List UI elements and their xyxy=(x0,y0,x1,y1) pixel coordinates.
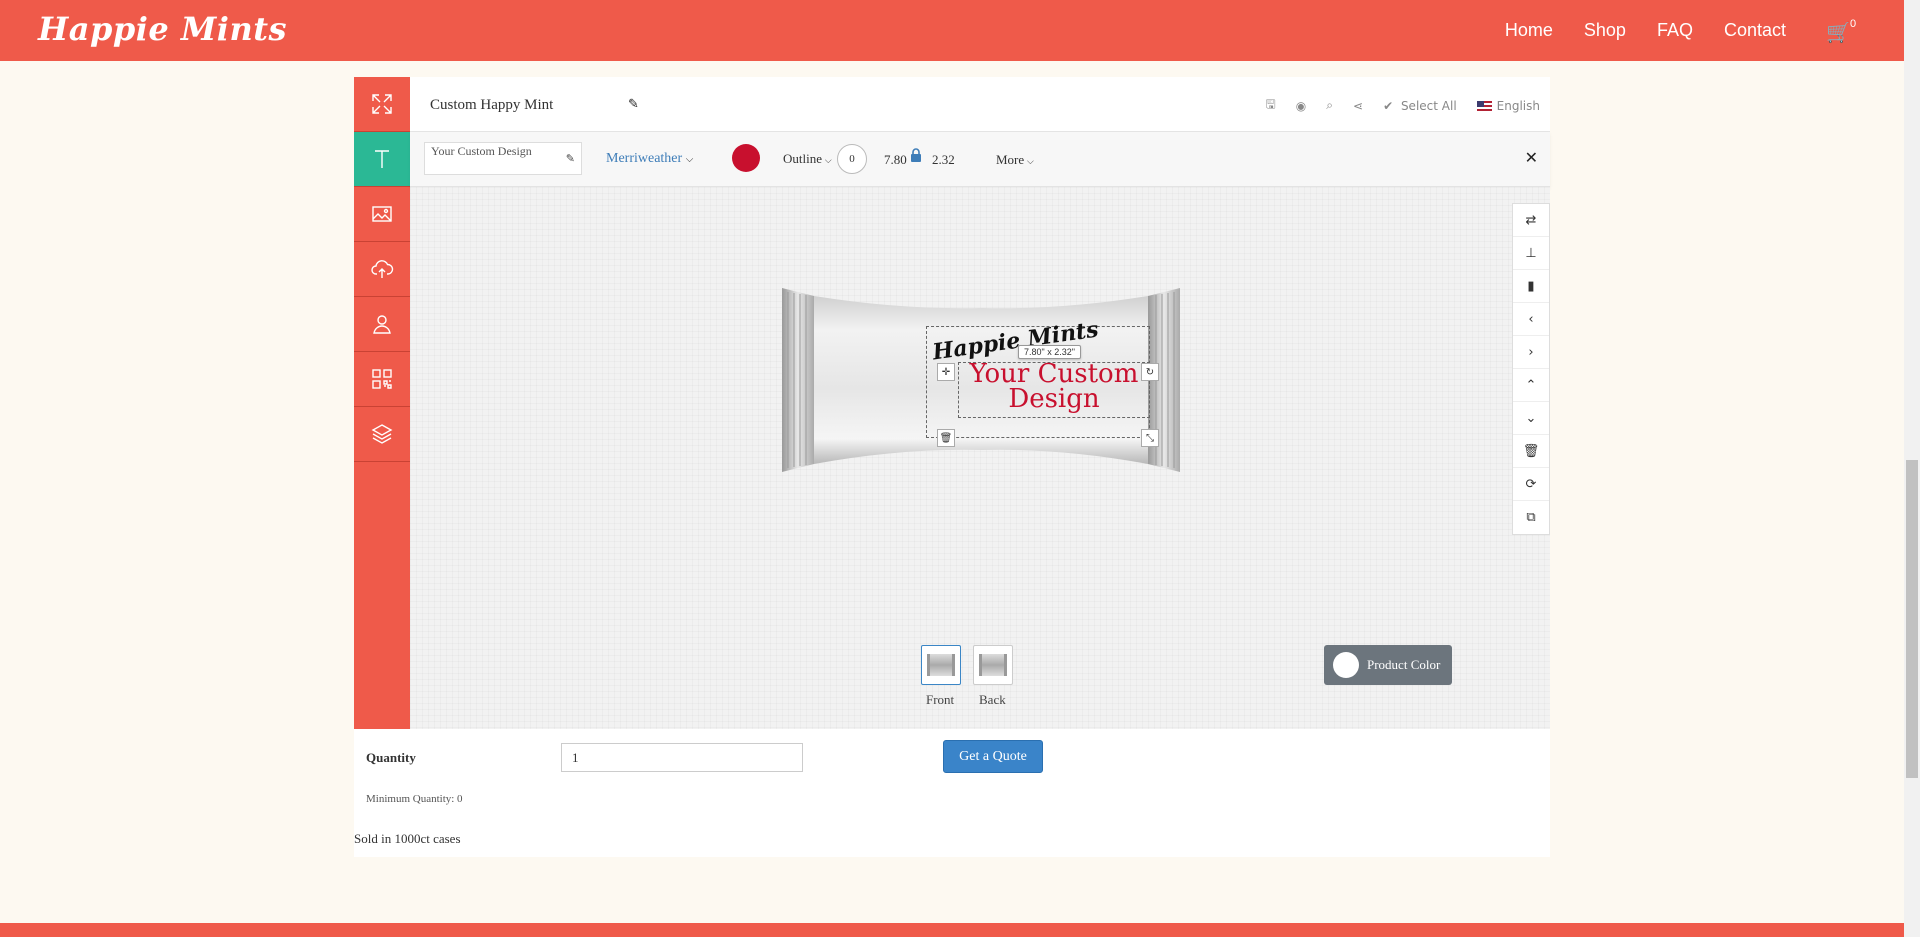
text-content-field[interactable]: Your Custom Design ✎ xyxy=(424,142,582,175)
font-name: Merriweather xyxy=(606,151,683,166)
top-toolbar: 🖫 ◉ ⌕ ⋖ ✔ Select All English xyxy=(1246,95,1540,116)
trash-icon[interactable]: 🗑 xyxy=(1513,435,1549,468)
back-view-button[interactable] xyxy=(973,645,1013,685)
font-family-select[interactable]: Merriweather ⌵ xyxy=(606,151,693,167)
refresh-icon[interactable]: ⟳ xyxy=(1513,468,1549,501)
layers-button[interactable] xyxy=(354,407,410,462)
stamp-icon[interactable]: ⊥ xyxy=(1513,237,1549,270)
chevron-down-icon[interactable]: ⌄ xyxy=(1513,402,1549,435)
outline-select[interactable]: Outline ⌵ xyxy=(783,151,832,167)
quantity-input[interactable] xyxy=(561,743,803,772)
edit-title-icon[interactable]: ✎ xyxy=(628,97,639,112)
front-view-label: Front xyxy=(926,692,955,707)
user-icon xyxy=(373,315,391,334)
product-title: Custom Happy Mint xyxy=(430,97,554,113)
product-color-label: Product Color xyxy=(1367,657,1441,672)
add-image-button[interactable] xyxy=(354,187,410,242)
cart-icon[interactable]: 🛒 xyxy=(1826,20,1851,44)
image-icon xyxy=(372,206,392,222)
design-canvas[interactable]: Happie Mints Your Custom Design 7.80" x … xyxy=(410,187,1550,729)
preview-eye-icon[interactable]: ◉ xyxy=(1296,99,1306,113)
dimension-tooltip: 7.80" x 2.32" xyxy=(1018,345,1081,359)
nav-shop[interactable]: Shop xyxy=(1584,20,1626,41)
upload-button[interactable] xyxy=(354,242,410,297)
qr-code-button[interactable] xyxy=(354,352,410,407)
move-handle-icon[interactable]: ✛ xyxy=(937,363,955,381)
chevron-left-icon[interactable]: ‹ xyxy=(1513,303,1549,336)
minimum-quantity-note: Minimum Quantity: 0 xyxy=(366,793,463,805)
height-value[interactable]: 2.32 xyxy=(932,152,955,168)
width-value[interactable]: 7.80 xyxy=(884,152,907,168)
us-flag-icon xyxy=(1476,101,1492,111)
expand-icon xyxy=(372,94,392,114)
product-color-button[interactable]: Product Color xyxy=(1324,645,1452,685)
edit-text-icon[interactable]: ✎ xyxy=(566,151,575,166)
share-icon[interactable]: ⋖ xyxy=(1353,99,1363,113)
designer-sidebar xyxy=(354,77,410,729)
designer-titlebar: Custom Happy Mint ✎ 🖫 ◉ ⌕ ⋖ ✔ Select All… xyxy=(410,77,1550,132)
back-view-thumbnail xyxy=(979,654,1007,676)
more-options-select[interactable]: More ⌵ xyxy=(996,152,1034,168)
text-toolbar: Your Custom Design ✎ Merriweather ⌵ Outl… xyxy=(410,132,1550,187)
product-designer: Custom Happy Mint ✎ 🖫 ◉ ⌕ ⋖ ✔ Select All… xyxy=(354,77,1550,729)
outline-width-input[interactable]: 0 xyxy=(837,144,867,174)
right-toolbar: ⇄ ⊥ ▮ ‹ › ⌃ ⌄ 🗑 ⟳ ⧉ xyxy=(1512,203,1550,535)
add-text-button[interactable] xyxy=(354,132,410,187)
main-nav: Home Shop FAQ Contact xyxy=(1474,20,1786,41)
rotate-handle-icon[interactable]: ↻ xyxy=(1141,363,1159,381)
layers-icon xyxy=(371,424,393,444)
user-designs-button[interactable] xyxy=(354,297,410,352)
nav-home[interactable]: Home xyxy=(1505,20,1553,41)
quantity-label: Quantity xyxy=(366,750,416,765)
chevron-down-icon: ⌵ xyxy=(1024,157,1034,167)
qr-code-icon xyxy=(372,369,392,389)
front-view-button[interactable] xyxy=(921,645,961,685)
save-icon[interactable]: 🖫 xyxy=(1266,95,1276,116)
product-color-swatch xyxy=(1333,652,1359,678)
outline-label: Outline xyxy=(783,151,822,166)
align-icon[interactable]: ▮ xyxy=(1513,270,1549,303)
more-label: More xyxy=(996,152,1025,167)
chevron-right-icon[interactable]: › xyxy=(1513,336,1549,369)
swap-icon[interactable]: ⇄ xyxy=(1513,204,1549,237)
front-view-thumbnail xyxy=(927,654,955,676)
text-content-value: Your Custom Design xyxy=(431,144,532,158)
text-icon xyxy=(375,150,389,168)
nav-faq[interactable]: FAQ xyxy=(1657,20,1693,41)
duplicate-icon[interactable]: ⧉ xyxy=(1513,501,1549,534)
back-view-label: Back xyxy=(979,692,1006,707)
chevron-up-icon[interactable]: ⌃ xyxy=(1513,369,1549,402)
scrollbar-thumb[interactable] xyxy=(1906,460,1918,778)
custom-text-element[interactable]: Your Custom Design xyxy=(958,361,1150,412)
cloud-upload-icon xyxy=(371,260,394,278)
site-logo[interactable]: Happie Mints xyxy=(38,10,287,48)
lock-aspect-icon[interactable] xyxy=(910,148,922,162)
resize-handle-icon[interactable]: ⤡ xyxy=(1141,429,1159,447)
chevron-down-icon: ⌵ xyxy=(685,154,694,165)
nav-contact[interactable]: Contact xyxy=(1724,20,1786,41)
language-label: English xyxy=(1496,98,1540,113)
language-selector[interactable]: English xyxy=(1476,98,1540,113)
get-quote-button[interactable]: Get a Quote xyxy=(943,740,1043,773)
font-color-picker[interactable] xyxy=(732,144,760,172)
delete-handle-icon[interactable]: 🗑 xyxy=(937,429,955,447)
cart-count-badge: 0 xyxy=(1850,18,1857,30)
chevron-down-icon: ⌵ xyxy=(822,156,832,166)
site-header: Happie Mints Home Shop FAQ Contact 🛒 0 xyxy=(0,0,1904,61)
case-size-note: Sold in 1000ct cases xyxy=(354,831,461,846)
close-toolbar-icon[interactable]: ✕ xyxy=(1525,148,1538,167)
select-all-button[interactable]: ✔ Select All xyxy=(1383,99,1457,113)
zoom-search-icon[interactable]: ⌕ xyxy=(1326,98,1333,113)
footer-bar xyxy=(0,923,1904,937)
select-all-label: Select All xyxy=(1400,98,1457,113)
order-panel: Quantity Get a Quote Minimum Quantity: 0… xyxy=(354,729,1550,857)
fullscreen-button[interactable] xyxy=(354,77,410,132)
